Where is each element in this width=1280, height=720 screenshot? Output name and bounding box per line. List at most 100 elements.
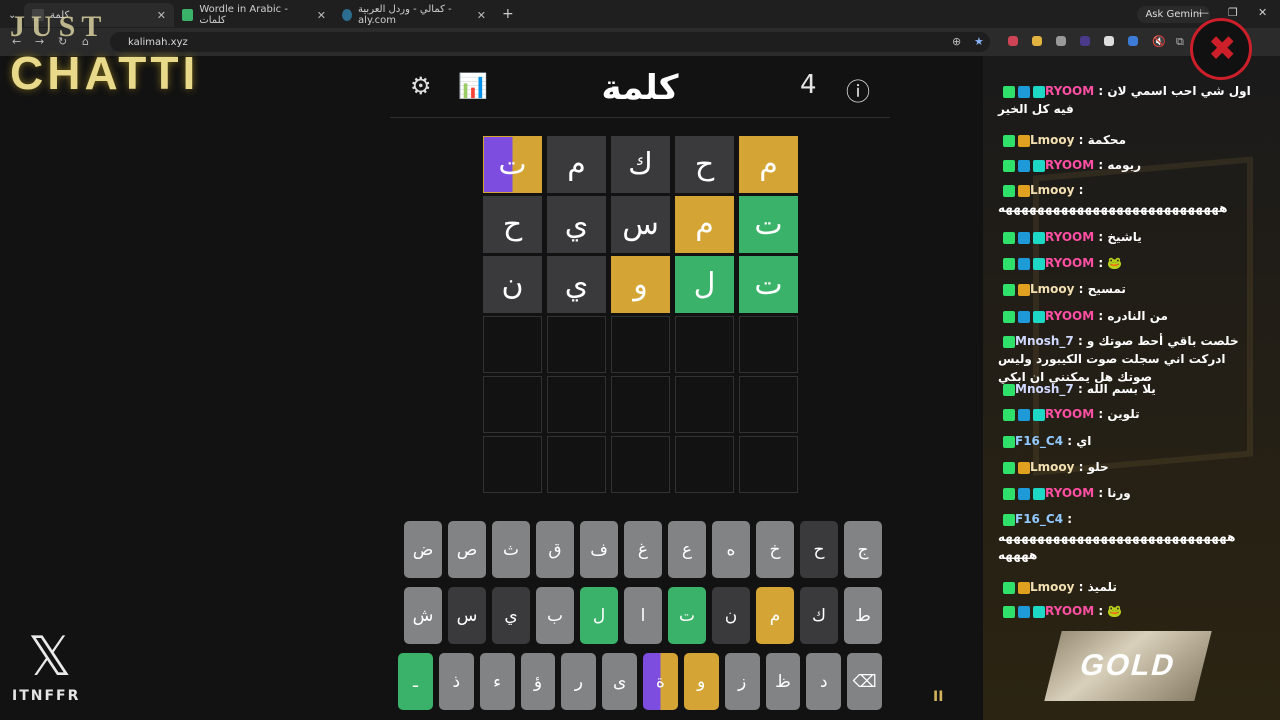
tab-label: كمالي - وردل العربية - aly.com xyxy=(358,4,452,26)
chat-separator: : xyxy=(1074,282,1088,296)
chat-message: RYOOM : اول شي احب اسمي لان فيه كل الخير xyxy=(998,82,1255,118)
chat-username[interactable]: RYOOM xyxy=(1045,158,1094,172)
chat-username[interactable]: F16_C4 xyxy=(1015,512,1063,526)
keyboard-key[interactable]: ي xyxy=(492,587,530,644)
chat-username[interactable]: Lmooy xyxy=(1030,133,1074,147)
keyboard-key[interactable]: ر xyxy=(561,653,597,710)
puzzle-icon[interactable]: ⧉ xyxy=(1176,35,1184,49)
chat-username[interactable]: RYOOM xyxy=(1045,604,1094,618)
shield-icon[interactable] xyxy=(1056,36,1066,46)
keyboard-key[interactable]: ذ xyxy=(438,653,474,710)
extension-icon[interactable] xyxy=(1008,36,1018,46)
close-tab-icon[interactable]: ✕ xyxy=(317,9,326,22)
chat-message: Lmooy : محكمة xyxy=(998,131,1255,149)
chat-message: RYOOM : ياشيخ xyxy=(998,228,1255,246)
keyboard-key[interactable]: ث xyxy=(492,521,530,578)
gem-badge-icon xyxy=(1033,310,1045,323)
chat-message-text: 🐸 xyxy=(1107,256,1123,270)
extension-icon[interactable] xyxy=(1032,36,1042,46)
chat-username[interactable]: Lmooy xyxy=(1030,580,1074,594)
keyboard-key[interactable]: ض xyxy=(404,521,442,578)
keyboard-key[interactable]: ف xyxy=(580,521,618,578)
keyboard-key[interactable]: ج xyxy=(844,521,882,578)
attempt-counter: 4 xyxy=(800,70,817,100)
chat-badges xyxy=(1003,461,1030,474)
keyboard-key[interactable]: س xyxy=(448,587,486,644)
chat-username[interactable]: Lmooy xyxy=(1030,282,1074,296)
chat-message: Lmooy : ههههههههههههههههههههههههههههه xyxy=(998,181,1255,217)
chat-badges xyxy=(1003,231,1045,244)
keyboard-key[interactable]: غ xyxy=(624,521,662,578)
chat-username[interactable]: Mnosh_7 xyxy=(1015,334,1074,348)
keyboard-key[interactable]: ء xyxy=(479,653,515,710)
restore-icon[interactable]: ❐ xyxy=(1228,6,1238,19)
keyboard-key[interactable]: د xyxy=(806,653,842,710)
arrow-badge-icon xyxy=(1018,257,1030,270)
url-field[interactable]: kalimah.xyz xyxy=(110,32,990,52)
k-badge-icon xyxy=(1003,231,1015,244)
guess-grid: محكمتتمسيحتلوين xyxy=(483,136,798,493)
chat-username[interactable]: F16_C4 xyxy=(1015,434,1063,448)
chat-separator: : xyxy=(1094,604,1108,618)
extension-icon[interactable] xyxy=(1080,36,1090,46)
chat-message-text: تلوين xyxy=(1107,407,1140,421)
backspace-key[interactable]: ⌫ xyxy=(847,653,882,710)
chat-username[interactable]: RYOOM xyxy=(1045,84,1094,98)
keyboard-key[interactable]: م xyxy=(756,587,794,644)
k-badge-icon xyxy=(1003,461,1015,474)
keyboard-key[interactable]: ق xyxy=(536,521,574,578)
pause-indicator: II xyxy=(933,689,944,705)
channel-logo: ✖ xyxy=(1190,18,1252,80)
chat-username[interactable]: RYOOM xyxy=(1045,407,1094,421)
keyboard-key[interactable]: ش xyxy=(404,587,442,644)
extension-icon[interactable] xyxy=(1104,36,1114,46)
bookmark-star-icon[interactable]: ★ xyxy=(974,35,984,48)
chat-message: Lmooy : حلو xyxy=(998,458,1255,476)
mute-icon[interactable]: 🔇 xyxy=(1152,35,1166,48)
chat-username[interactable]: RYOOM xyxy=(1045,256,1094,270)
stream-chat-panel: GOLD RYOOM : اول شي احب اسمي لان فيه كل … xyxy=(983,56,1280,720)
k-badge-icon xyxy=(1003,513,1015,526)
keyboard-key[interactable]: ع xyxy=(668,521,706,578)
tab-kamali[interactable]: كمالي - وردل العربية - aly.com ✕ xyxy=(334,3,494,27)
grid-cell: ح xyxy=(483,196,542,253)
keyboard-key[interactable]: ز xyxy=(724,653,760,710)
grid-cell: م xyxy=(675,196,734,253)
gem-badge-icon xyxy=(1033,231,1045,244)
grid-cell: م xyxy=(739,136,798,193)
keyboard-key[interactable]: ص xyxy=(448,521,486,578)
keyboard-key[interactable]: ه xyxy=(712,521,750,578)
keyboard-key[interactable]: ت xyxy=(668,587,706,644)
chat-separator: : xyxy=(1094,486,1108,500)
keyboard-key[interactable]: ا xyxy=(624,587,662,644)
chat-username[interactable]: RYOOM xyxy=(1045,230,1094,244)
keyboard-key[interactable]: ن xyxy=(712,587,750,644)
keyboard-key[interactable]: ؤ xyxy=(520,653,556,710)
keyboard-key[interactable]: ـ xyxy=(398,653,433,710)
chat-username[interactable]: Lmooy xyxy=(1030,460,1074,474)
chat-username[interactable]: Mnosh_7 xyxy=(1015,382,1074,396)
keyboard-key[interactable]: ك xyxy=(800,587,838,644)
close-window-icon[interactable]: ✕ xyxy=(1258,6,1267,19)
keyboard-key[interactable]: ح xyxy=(800,521,838,578)
keyboard-key[interactable]: ط xyxy=(844,587,882,644)
keyboard-key[interactable]: ى xyxy=(602,653,638,710)
close-tab-icon[interactable]: ✕ xyxy=(477,9,486,22)
keyboard-key[interactable]: خ xyxy=(756,521,794,578)
new-tab-button[interactable]: + xyxy=(494,6,522,22)
chat-username[interactable]: RYOOM xyxy=(1045,309,1094,323)
crown-badge-icon xyxy=(1018,184,1030,197)
chat-username[interactable]: RYOOM xyxy=(1045,486,1094,500)
keyboard-key[interactable]: ظ xyxy=(765,653,801,710)
keyboard-key[interactable]: ة xyxy=(643,653,678,710)
arrow-badge-icon xyxy=(1018,487,1030,500)
keyboard-key[interactable]: ل xyxy=(580,587,618,644)
help-icon[interactable]: ⓘ xyxy=(846,72,870,107)
minimize-icon[interactable]: — xyxy=(1198,6,1209,19)
chat-username[interactable]: Lmooy xyxy=(1030,183,1074,197)
keyboard-key[interactable]: و xyxy=(683,653,719,710)
keyboard-key[interactable]: ب xyxy=(536,587,574,644)
k-badge-icon xyxy=(1003,257,1015,270)
zoom-icon[interactable]: ⊕ xyxy=(952,35,961,48)
extension-icon[interactable] xyxy=(1128,36,1138,46)
